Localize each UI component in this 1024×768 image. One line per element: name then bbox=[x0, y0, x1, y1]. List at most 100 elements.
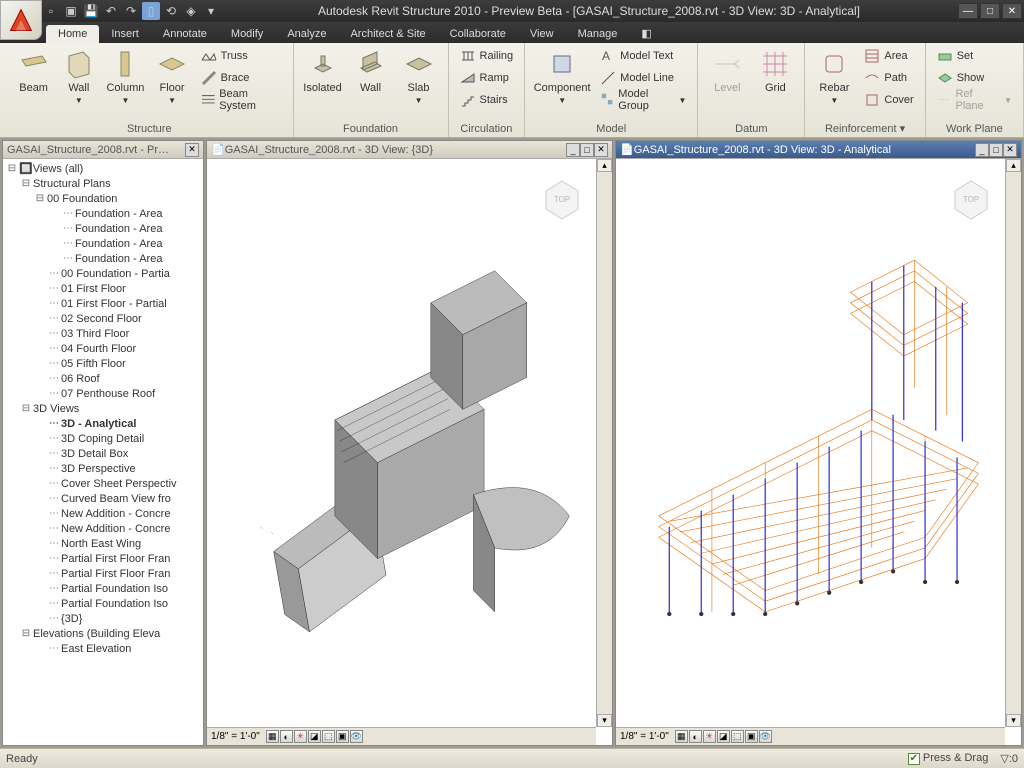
cursor-icon[interactable]: ▯ bbox=[142, 2, 160, 20]
tree-item[interactable]: ⋯Foundation - Area bbox=[5, 206, 201, 221]
viewcube-icon[interactable]: TOP bbox=[941, 169, 1001, 229]
close-icon[interactable]: ✕ bbox=[1003, 143, 1017, 157]
column-button[interactable]: Column▼ bbox=[102, 45, 148, 108]
tree-item[interactable]: ⋯3D Coping Detail bbox=[5, 431, 201, 446]
tab-home[interactable]: Home bbox=[46, 25, 99, 43]
project-tree[interactable]: ⊟🔲 Views (all) ⊟Structural Plans⊟00 Foun… bbox=[3, 159, 203, 745]
tree-item[interactable]: ⋯05 Fifth Floor bbox=[5, 356, 201, 371]
sun-path-icon[interactable]: ☀ bbox=[703, 730, 716, 743]
tree-item[interactable]: ⋯00 Foundation - Partia bbox=[5, 266, 201, 281]
tree-item[interactable]: ⋯04 Fourth Floor bbox=[5, 341, 201, 356]
tab-extras-icon[interactable]: ◧ bbox=[629, 24, 663, 43]
stairs-button[interactable]: Stairs bbox=[455, 89, 519, 111]
minimize-icon[interactable]: _ bbox=[566, 143, 580, 157]
tree-item[interactable]: ⋯Foundation - Area bbox=[5, 236, 201, 251]
view-right-canvas[interactable]: TOP bbox=[616, 159, 1021, 745]
crop-visible-icon[interactable]: ▣ bbox=[745, 730, 758, 743]
close-button[interactable]: ✕ bbox=[1002, 3, 1022, 19]
view-scale[interactable]: 1/8" = 1'-0" bbox=[620, 731, 669, 742]
model-line-button[interactable]: Model Line bbox=[595, 67, 691, 89]
tree-item[interactable]: ⊟00 Foundation bbox=[5, 191, 201, 206]
isolated-button[interactable]: Isolated bbox=[300, 45, 346, 97]
hide-isolate-icon[interactable]: 👁 bbox=[759, 730, 772, 743]
floor-button[interactable]: Floor▼ bbox=[150, 45, 193, 108]
tree-item[interactable]: ⋯01 First Floor - Partial bbox=[5, 296, 201, 311]
visual-style-icon[interactable]: ◐ bbox=[689, 730, 702, 743]
sun-path-icon[interactable]: ☀ bbox=[294, 730, 307, 743]
tree-item[interactable]: ⋯Cover Sheet Perspectiv bbox=[5, 476, 201, 491]
cover-button[interactable]: Cover bbox=[859, 89, 918, 111]
tree-item[interactable]: ⋯Partial First Floor Fran bbox=[5, 551, 201, 566]
model-group-button[interactable]: Model Group ▼ bbox=[595, 89, 691, 111]
crop-icon[interactable]: ⬚ bbox=[731, 730, 744, 743]
path-button[interactable]: Path bbox=[859, 67, 918, 89]
grid-button[interactable]: Grid bbox=[752, 45, 798, 97]
browser-close-icon[interactable]: ✕ bbox=[185, 143, 199, 157]
3d-icon[interactable]: ◈ bbox=[182, 2, 200, 20]
beam-system-button[interactable]: Beam System bbox=[196, 89, 287, 111]
rebar-button[interactable]: Rebar▼ bbox=[811, 45, 857, 108]
shadows-icon[interactable]: ◪ bbox=[717, 730, 730, 743]
detail-level-icon[interactable]: ▦ bbox=[675, 730, 688, 743]
undo-icon[interactable]: ↶ bbox=[102, 2, 120, 20]
tree-item[interactable]: ⋯Partial Foundation Iso bbox=[5, 596, 201, 611]
tree-item[interactable]: ⋯New Addition - Concre bbox=[5, 506, 201, 521]
tree-item[interactable]: ⋯01 First Floor bbox=[5, 281, 201, 296]
tree-item[interactable]: ⋯New Addition - Concre bbox=[5, 521, 201, 536]
tree-item[interactable]: ⊟Structural Plans bbox=[5, 176, 201, 191]
tree-item[interactable]: ⋯{3D} bbox=[5, 611, 201, 626]
tab-view[interactable]: View bbox=[518, 25, 566, 43]
tree-item[interactable]: ⋯Foundation - Area bbox=[5, 251, 201, 266]
qat-dropdown-icon[interactable]: ▾ bbox=[202, 2, 220, 20]
tree-root[interactable]: Views (all) bbox=[33, 163, 84, 175]
slab-button[interactable]: Slab▼ bbox=[396, 45, 442, 108]
minimize-icon[interactable]: _ bbox=[975, 143, 989, 157]
brace-button[interactable]: Brace bbox=[196, 67, 287, 89]
refplane-button[interactable]: Ref Plane ▼ bbox=[932, 89, 1017, 111]
open-icon[interactable]: ▣ bbox=[62, 2, 80, 20]
area-button[interactable]: Area bbox=[859, 45, 918, 67]
crop-visible-icon[interactable]: ▣ bbox=[336, 730, 349, 743]
shadows-icon[interactable]: ◪ bbox=[308, 730, 321, 743]
tree-item[interactable]: ⋯07 Penthouse Roof bbox=[5, 386, 201, 401]
tree-item[interactable]: ⋯02 Second Floor bbox=[5, 311, 201, 326]
tree-item[interactable]: ⋯East Elevation bbox=[5, 641, 201, 656]
detail-level-icon[interactable]: ▦ bbox=[266, 730, 279, 743]
maximize-button[interactable]: □ bbox=[980, 3, 1000, 19]
level-button[interactable]: Level bbox=[704, 45, 750, 97]
tab-annotate[interactable]: Annotate bbox=[151, 25, 219, 43]
tab-modify[interactable]: Modify bbox=[219, 25, 275, 43]
tree-item[interactable]: ⋯3D Detail Box bbox=[5, 446, 201, 461]
crop-icon[interactable]: ⬚ bbox=[322, 730, 335, 743]
tab-manage[interactable]: Manage bbox=[566, 25, 630, 43]
truss-button[interactable]: Truss bbox=[196, 45, 287, 67]
panel-reinforcement-label[interactable]: Reinforcement ▾ bbox=[811, 120, 918, 137]
sync-icon[interactable]: ⟲ bbox=[162, 2, 180, 20]
redo-icon[interactable]: ↷ bbox=[122, 2, 140, 20]
view-left-title[interactable]: 📄 GASAI_Structure_2008.rvt - 3D View: {3… bbox=[207, 141, 612, 159]
tree-item[interactable]: ⋯North East Wing bbox=[5, 536, 201, 551]
tab-collaborate[interactable]: Collaborate bbox=[438, 25, 518, 43]
maximize-icon[interactable]: □ bbox=[989, 143, 1003, 157]
close-icon[interactable]: ✕ bbox=[594, 143, 608, 157]
component-button[interactable]: Component▼ bbox=[531, 45, 593, 108]
viewcube-icon[interactable]: TOP bbox=[532, 169, 592, 229]
scrollbar-vertical[interactable] bbox=[1005, 159, 1021, 727]
tab-analyze[interactable]: Analyze bbox=[275, 25, 338, 43]
application-menu-button[interactable] bbox=[0, 0, 42, 40]
tree-item[interactable]: ⊟Elevations (Building Eleva bbox=[5, 626, 201, 641]
railing-button[interactable]: Railing bbox=[455, 45, 519, 67]
tree-item[interactable]: ⋯Partial First Floor Fran bbox=[5, 566, 201, 581]
press-drag-toggle[interactable]: ✔ Press & Drag bbox=[908, 752, 988, 765]
set-button[interactable]: Set bbox=[932, 45, 1017, 67]
view-left-canvas[interactable]: TOP bbox=[207, 159, 612, 745]
tree-item[interactable]: ⋯Foundation - Area bbox=[5, 221, 201, 236]
tree-item[interactable]: ⋯Partial Foundation Iso bbox=[5, 581, 201, 596]
tab-insert[interactable]: Insert bbox=[99, 25, 151, 43]
tree-item[interactable]: ⋯3D Perspective bbox=[5, 461, 201, 476]
foundation-wall-button[interactable]: Wall bbox=[348, 45, 394, 97]
show-button[interactable]: Show bbox=[932, 67, 1017, 89]
view-right-title[interactable]: 📄 GASAI_Structure_2008.rvt - 3D View: 3D… bbox=[616, 141, 1021, 159]
tree-item[interactable]: ⋯03 Third Floor bbox=[5, 326, 201, 341]
ramp-button[interactable]: Ramp bbox=[455, 67, 519, 89]
